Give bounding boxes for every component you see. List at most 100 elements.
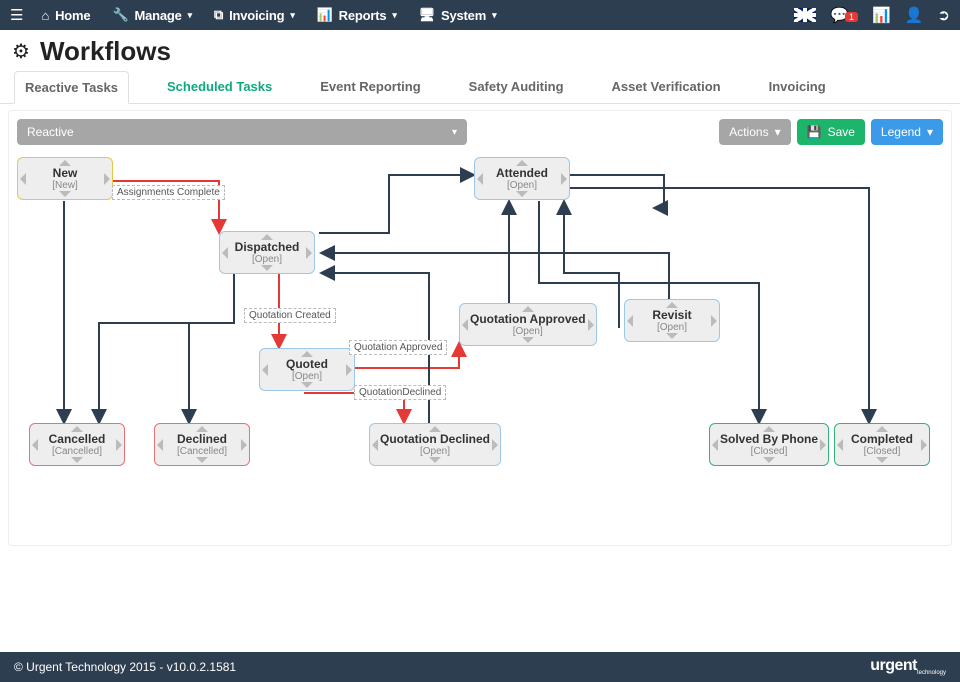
nav-reports[interactable]: 📊 Reports ▾ bbox=[317, 7, 397, 23]
stats-icon[interactable]: 📊 bbox=[872, 6, 891, 24]
tab-label: Invoicing bbox=[769, 79, 826, 94]
node-completed[interactable]: Completed [Closed] bbox=[834, 423, 930, 466]
node-revisit[interactable]: Revisit [Open] bbox=[624, 299, 720, 342]
wrench-icon: 🔧 bbox=[112, 7, 128, 23]
chart-icon: 📊 bbox=[317, 7, 333, 23]
node-quotation-approved[interactable]: Quotation Approved [Open] bbox=[459, 303, 597, 346]
tab-scheduled-tasks[interactable]: Scheduled Tasks bbox=[157, 71, 282, 103]
tab-label: Scheduled Tasks bbox=[167, 79, 272, 94]
chevron-down-icon: ▾ bbox=[188, 10, 192, 21]
sliders-icon: ⚙ bbox=[12, 39, 30, 64]
chevron-down-icon: ▾ bbox=[392, 10, 396, 21]
node-title: Revisit bbox=[635, 308, 709, 322]
workflow-edges bbox=[9, 153, 951, 545]
edge-label-assignments-complete: Assignments Complete bbox=[112, 185, 225, 200]
user-icon[interactable]: 👤 bbox=[905, 6, 924, 24]
nav-manage[interactable]: 🔧 Manage ▾ bbox=[112, 7, 192, 23]
node-new[interactable]: New [New] bbox=[17, 157, 113, 200]
notif-badge: 1 bbox=[845, 12, 858, 22]
tab-label: Event Reporting bbox=[320, 79, 420, 94]
nav-label: System bbox=[441, 8, 486, 23]
nav-right: 💬1 📊 👤 ➲ bbox=[794, 6, 950, 24]
node-attended[interactable]: Attended [Open] bbox=[474, 157, 570, 200]
button-label: Legend bbox=[881, 125, 921, 139]
nav-label: Invoicing bbox=[229, 8, 284, 23]
node-declined[interactable]: Declined [Cancelled] bbox=[154, 423, 250, 466]
save-icon: 💾 bbox=[807, 125, 822, 139]
monitor-icon: 🖥 bbox=[419, 7, 435, 23]
nav-invoicing[interactable]: ⧉ Invoicing ▾ bbox=[214, 7, 295, 23]
node-dispatched[interactable]: Dispatched [Open] bbox=[219, 231, 315, 274]
tab-reactive-tasks[interactable]: Reactive Tasks bbox=[14, 71, 129, 104]
save-button[interactable]: 💾 Save bbox=[797, 119, 865, 145]
node-sub: [Open] bbox=[470, 326, 586, 337]
copyright: © Urgent Technology 2015 - v10.0.2.1581 bbox=[14, 660, 236, 674]
node-sub: [New] bbox=[28, 180, 102, 191]
node-sub: [Cancelled] bbox=[40, 446, 114, 457]
chevron-down-icon: ▾ bbox=[492, 10, 496, 21]
nav-home[interactable]: ⌂ Home bbox=[41, 8, 90, 23]
select-value: Reactive bbox=[27, 125, 74, 139]
workflow-canvas[interactable]: New [New] Dispatched [Open] Attended [Op… bbox=[9, 153, 951, 545]
page-header: ⚙ Workflows bbox=[0, 30, 960, 69]
tab-invoicing[interactable]: Invoicing bbox=[759, 71, 836, 103]
chevron-down-icon: ▾ bbox=[290, 10, 294, 21]
node-title: Completed bbox=[845, 432, 919, 446]
top-nav: ☰ ⌂ Home 🔧 Manage ▾ ⧉ Invoicing ▾ 📊 Repo… bbox=[0, 0, 960, 30]
chevron-down-icon: ▾ bbox=[927, 125, 933, 139]
node-title: Quotation Declined bbox=[380, 432, 490, 446]
node-quotation-declined[interactable]: Quotation Declined [Open] bbox=[369, 423, 501, 466]
page-title: Workflows bbox=[40, 36, 171, 67]
node-title: Cancelled bbox=[40, 432, 114, 446]
nav-label: Manage bbox=[134, 8, 181, 23]
node-title: New bbox=[28, 166, 102, 180]
node-title: Declined bbox=[165, 432, 239, 446]
brand-logo: urgenttechnology bbox=[870, 657, 946, 676]
chat-icon[interactable]: 💬1 bbox=[830, 6, 858, 24]
main-menu: ⌂ Home 🔧 Manage ▾ ⧉ Invoicing ▾ 📊 Report… bbox=[41, 7, 496, 23]
nav-system[interactable]: 🖥 System ▾ bbox=[419, 7, 497, 23]
workflow-tabs: Reactive Tasks Scheduled Tasks Event Rep… bbox=[0, 69, 960, 104]
node-sub: [Open] bbox=[635, 322, 709, 333]
tab-label: Asset Verification bbox=[612, 79, 721, 94]
canvas-toolbar: Reactive ▾ Actions ▾ 💾 Save Legend ▾ bbox=[17, 119, 943, 145]
tab-event-reporting[interactable]: Event Reporting bbox=[310, 71, 430, 103]
edge-label-quotation-declined: QuotationDeclined bbox=[354, 385, 446, 400]
node-title: Quoted bbox=[270, 357, 344, 371]
workflow-select[interactable]: Reactive ▾ bbox=[17, 119, 467, 145]
button-label: Save bbox=[828, 125, 855, 139]
nav-label: Home bbox=[55, 8, 90, 23]
tab-label: Safety Auditing bbox=[469, 79, 564, 94]
node-title: Quotation Approved bbox=[470, 312, 586, 326]
legend-button[interactable]: Legend ▾ bbox=[871, 119, 943, 145]
node-sub: [Open] bbox=[230, 254, 304, 265]
workflow-canvas-panel: Reactive ▾ Actions ▾ 💾 Save Legend ▾ bbox=[8, 110, 952, 546]
node-title: Dispatched bbox=[230, 240, 304, 254]
tab-safety-auditing[interactable]: Safety Auditing bbox=[459, 71, 574, 103]
node-solved-by-phone[interactable]: Solved By Phone [Closed] bbox=[709, 423, 829, 466]
hamburger-icon[interactable]: ☰ bbox=[10, 6, 23, 24]
footer-bar: © Urgent Technology 2015 - v10.0.2.1581 … bbox=[0, 652, 960, 682]
tab-asset-verification[interactable]: Asset Verification bbox=[602, 71, 731, 103]
logout-icon[interactable]: ➲ bbox=[937, 6, 950, 24]
edge-label-quotation-approved: Quotation Approved bbox=[349, 340, 447, 355]
edge-label-quotation-created: Quotation Created bbox=[244, 308, 336, 323]
node-sub: [Closed] bbox=[720, 446, 818, 457]
node-sub: [Open] bbox=[270, 371, 344, 382]
button-label: Actions bbox=[729, 125, 768, 139]
node-quoted[interactable]: Quoted [Open] bbox=[259, 348, 355, 391]
node-sub: [Closed] bbox=[845, 446, 919, 457]
nav-label: Reports bbox=[339, 8, 387, 23]
tab-label: Reactive Tasks bbox=[25, 80, 118, 95]
actions-button[interactable]: Actions ▾ bbox=[719, 119, 790, 145]
node-sub: [Cancelled] bbox=[165, 446, 239, 457]
node-cancelled[interactable]: Cancelled [Cancelled] bbox=[29, 423, 125, 466]
node-sub: [Open] bbox=[380, 446, 490, 457]
chevron-down-icon: ▾ bbox=[775, 125, 781, 139]
chevron-down-icon: ▾ bbox=[452, 127, 457, 138]
node-sub: [Open] bbox=[485, 180, 559, 191]
home-icon: ⌂ bbox=[41, 8, 49, 23]
node-title: Attended bbox=[485, 166, 559, 180]
receipt-icon: ⧉ bbox=[214, 7, 223, 23]
flag-uk-icon[interactable] bbox=[794, 8, 816, 22]
